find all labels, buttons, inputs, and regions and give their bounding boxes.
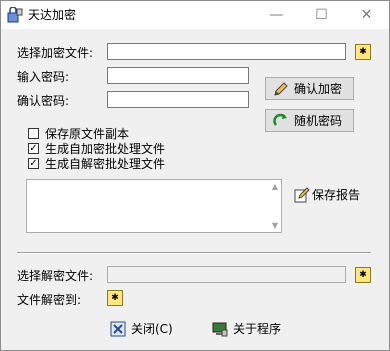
minimize-button[interactable]: — bbox=[254, 1, 299, 29]
decrypt-file-input[interactable] bbox=[107, 266, 346, 283]
checkbox-self-encrypt-batch[interactable]: ✓ bbox=[28, 143, 39, 154]
about-label: 关于程序 bbox=[233, 322, 282, 336]
save-report-button[interactable]: 保存报告 bbox=[293, 186, 360, 203]
scroll-up-icon[interactable]: ▲ bbox=[272, 182, 278, 191]
main-window: 天达加密 — ☐ ✕ 选择加密文件: ✱ 输入密码: 确认密码: 确认加密 随机… bbox=[0, 0, 390, 351]
save-report-label: 保存报告 bbox=[312, 188, 361, 202]
close-label: 关闭(C) bbox=[131, 322, 173, 336]
encrypt-folder-icon[interactable]: ✱ bbox=[355, 44, 371, 60]
checkbox-keep-copy[interactable] bbox=[28, 128, 39, 139]
about-button[interactable]: 关于程序 bbox=[211, 320, 281, 337]
lock-app-icon bbox=[7, 7, 23, 23]
select-encrypt-file-label: 选择加密文件: bbox=[17, 46, 94, 60]
confirm-encrypt-label: 确认加密 bbox=[294, 82, 343, 96]
select-decrypt-file-label: 选择解密文件: bbox=[17, 269, 94, 283]
encrypt-file-input[interactable] bbox=[107, 43, 346, 60]
confirm-password-input[interactable] bbox=[107, 91, 249, 108]
title-bar: 天达加密 — ☐ ✕ bbox=[1, 1, 389, 29]
scroll-down-icon[interactable]: ▼ bbox=[272, 221, 278, 230]
password-input[interactable] bbox=[107, 67, 249, 84]
section-divider bbox=[17, 252, 371, 254]
pencil-icon bbox=[272, 81, 290, 97]
report-textarea[interactable]: ▲ ▼ bbox=[26, 179, 282, 233]
random-password-button[interactable]: 随机密码 bbox=[265, 109, 354, 132]
close-x-icon bbox=[109, 321, 127, 337]
option-self-decrypt-batch[interactable]: ✓ 生成自解密批处理文件 bbox=[28, 155, 165, 172]
window-title: 天达加密 bbox=[28, 8, 77, 22]
monitor-icon bbox=[211, 321, 229, 337]
confirm-encrypt-button[interactable]: 确认加密 bbox=[265, 77, 354, 100]
decrypt-to-folder-icon[interactable]: ✱ bbox=[107, 290, 123, 306]
option-self-decrypt-batch-label: 生成自解密批处理文件 bbox=[45, 157, 166, 171]
decrypt-folder-icon[interactable]: ✱ bbox=[355, 267, 371, 283]
decrypt-to-label: 文件解密到: bbox=[17, 293, 82, 307]
checkbox-self-decrypt-batch[interactable]: ✓ bbox=[28, 158, 39, 169]
maximize-button[interactable]: ☐ bbox=[299, 1, 344, 29]
close-window-button[interactable]: ✕ bbox=[344, 1, 389, 29]
close-button[interactable]: 关闭(C) bbox=[109, 320, 173, 337]
password-label: 输入密码: bbox=[17, 70, 70, 84]
confirm-password-label: 确认密码: bbox=[17, 94, 70, 108]
refresh-arrow-icon bbox=[272, 113, 290, 129]
pencil-note-icon bbox=[293, 186, 311, 203]
random-password-label: 随机密码 bbox=[294, 114, 343, 128]
